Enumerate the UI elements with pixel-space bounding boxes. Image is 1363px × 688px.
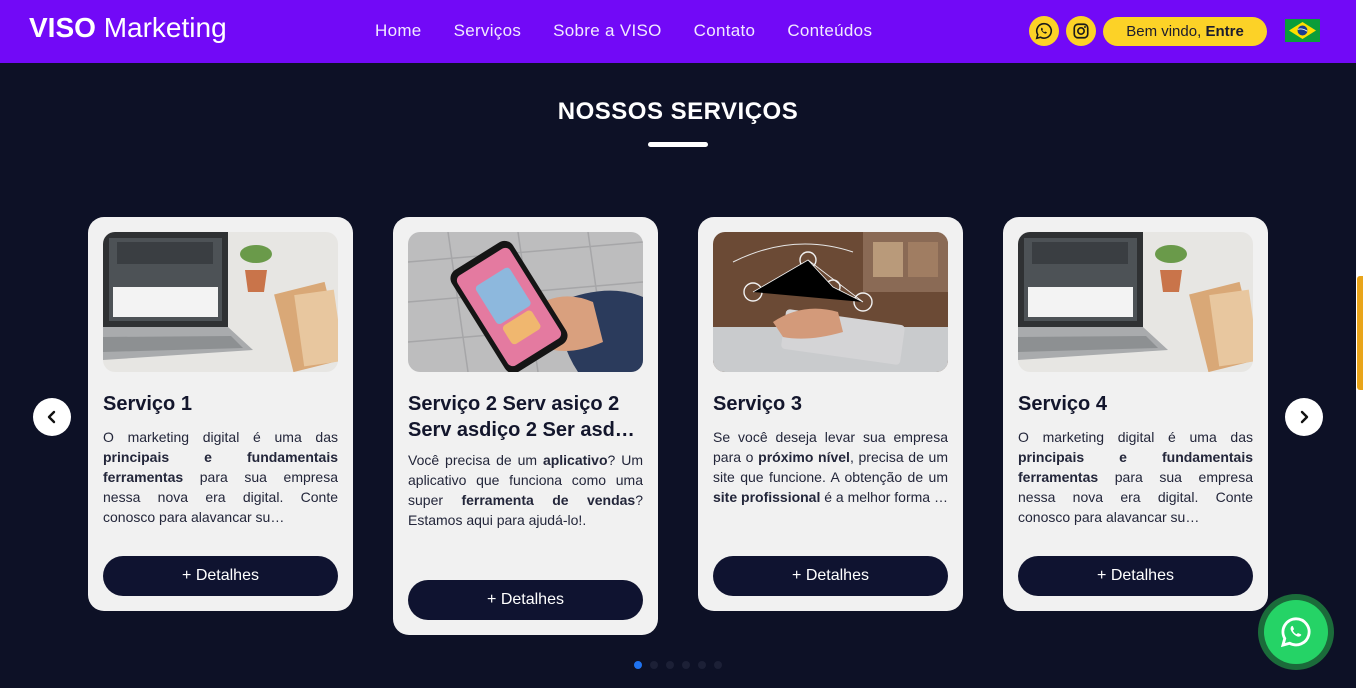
web-design-laptop-photo <box>1018 232 1253 372</box>
smartphone-apps-photo <box>408 232 643 372</box>
card-description: O marketing digital é uma das principais… <box>1018 429 1253 525</box>
carousel-next-button[interactable] <box>1285 398 1323 436</box>
nav-link-servicos[interactable]: Serviços <box>454 20 522 42</box>
carousel-dot-4[interactable] <box>682 661 690 669</box>
nav-link-conteudos[interactable]: Conteúdos <box>787 20 872 42</box>
card-description: O marketing digital é uma das principais… <box>103 429 338 525</box>
card-title: Serviço 1 <box>103 393 192 415</box>
whatsapp-float-button[interactable] <box>1258 594 1334 670</box>
chevron-left-icon <box>47 410 56 424</box>
card-title: Serviço 4 <box>1018 393 1107 415</box>
carousel-dot-2[interactable] <box>650 661 658 669</box>
scrollbar-thumb[interactable] <box>1357 276 1363 390</box>
carousel-dot-3[interactable] <box>666 661 674 669</box>
service-card-3: Serviço 3 Se você deseja levar sua empre… <box>698 217 963 611</box>
whatsapp-icon[interactable] <box>1029 16 1059 46</box>
details-button[interactable]: + Detalhes <box>103 556 338 596</box>
carousel-dot-6[interactable] <box>714 661 722 669</box>
web-design-laptop-photo <box>103 232 338 372</box>
nav-link-sobre[interactable]: Sobre a VISO <box>553 20 662 42</box>
card-description: Se você deseja levar sua empresa para o … <box>713 429 948 505</box>
nav-link-contato[interactable]: Contato <box>694 20 756 42</box>
card-description: Você precisa de um aplicativo? Um aplica… <box>408 452 643 528</box>
login-button[interactable]: Bem vindo, Entre <box>1103 17 1267 46</box>
brand-logo[interactable]: VISO Marketing <box>29 11 227 45</box>
carousel-prev-button[interactable] <box>33 398 71 436</box>
nav-menu: Home Serviços Sobre a VISO Contato Conte… <box>375 20 872 42</box>
instagram-icon[interactable] <box>1066 16 1096 46</box>
nav-link-home[interactable]: Home <box>375 20 422 42</box>
service-card-2: Serviço 2 Serv asiço 2 Serv asdiço 2 Ser… <box>393 217 658 635</box>
carousel-dot-1[interactable] <box>634 661 642 669</box>
whatsapp-icon <box>1264 600 1328 664</box>
details-button[interactable]: + Detalhes <box>1018 556 1253 596</box>
digital-network-tablet-photo <box>713 232 948 372</box>
service-card-4: Serviço 4 O marketing digital é uma das … <box>1003 217 1268 611</box>
top-navbar: VISO Marketing Home Serviços Sobre a VIS… <box>0 0 1356 63</box>
carousel-dot-5[interactable] <box>698 661 706 669</box>
brazil-flag-icon[interactable] <box>1285 19 1320 42</box>
carousel-pagination <box>634 661 722 669</box>
details-button[interactable]: + Detalhes <box>408 580 643 620</box>
title-underline <box>648 142 708 147</box>
service-card-1: Serviço 1 O marketing digital é uma das … <box>88 217 353 611</box>
details-button[interactable]: + Detalhes <box>713 556 948 596</box>
card-title: Serviço 2 Serv asiço 2 Serv asdiço 2 Ser… <box>408 393 635 441</box>
card-title: Serviço 3 <box>713 393 802 415</box>
section-title: NOSSOS SERVIÇOS <box>557 98 799 125</box>
chevron-right-icon <box>1300 410 1309 424</box>
